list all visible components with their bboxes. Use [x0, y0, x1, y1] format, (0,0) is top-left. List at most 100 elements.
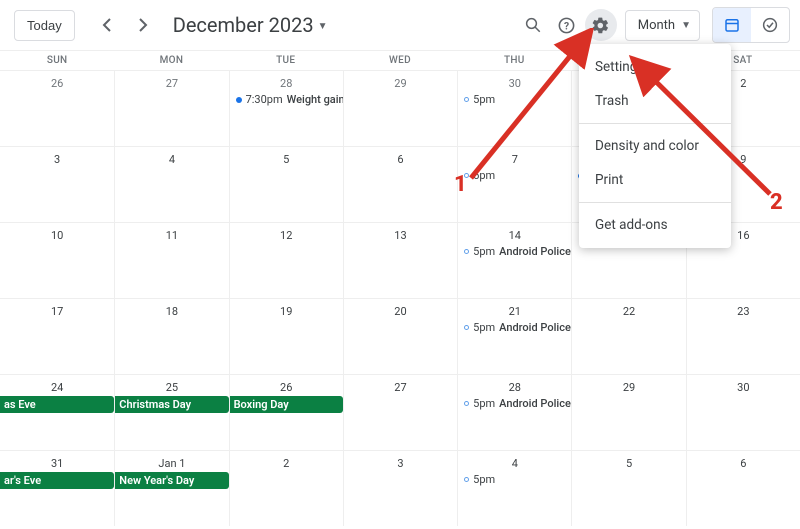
dropdown-addons[interactable]: Get add-ons — [579, 208, 731, 242]
event-dot-icon — [464, 249, 469, 254]
event[interactable]: 5pm Android Police all har — [458, 244, 571, 259]
event-dot-icon — [464, 325, 469, 330]
day-cell[interactable]: 45pm — [457, 450, 571, 526]
event-time: 5pm — [473, 93, 495, 106]
date-number: 11 — [115, 223, 228, 242]
settings-dropdown: Settings Trash Density and color Print G… — [579, 44, 731, 248]
day-cell[interactable]: 12 — [229, 222, 343, 298]
date-number: 22 — [572, 299, 685, 318]
event-dot-icon — [236, 97, 242, 103]
settings-gear-button[interactable] — [585, 9, 617, 41]
day-cell[interactable]: 30 — [686, 374, 800, 450]
event[interactable]: 5pm — [458, 92, 571, 107]
day-cell[interactable]: 18 — [114, 298, 228, 374]
help-button[interactable]: ? — [551, 9, 583, 41]
prev-month-button[interactable] — [91, 9, 123, 41]
day-cell[interactable]: 19 — [229, 298, 343, 374]
day-cell[interactable]: 287:30pm Weight gain! — [229, 70, 343, 146]
day-cell[interactable]: Jan 1New Year's Day — [114, 450, 228, 526]
view-toggle-group — [712, 7, 790, 43]
date-number: 26 — [230, 375, 343, 394]
day-cell[interactable]: 285pm Android Police all har — [457, 374, 571, 450]
day-cell[interactable]: 31 ar's Eve — [0, 450, 114, 526]
dropdown-separator — [579, 123, 731, 124]
day-cell[interactable]: 10 — [0, 222, 114, 298]
month-title[interactable]: December 2023 ▼ — [173, 13, 328, 37]
day-cell[interactable]: 25 Christmas Day — [114, 374, 228, 450]
day-cell[interactable]: 11 — [114, 222, 228, 298]
day-cell[interactable]: 5 — [571, 450, 685, 526]
event-time: 5pm — [473, 397, 495, 410]
day-cell[interactable]: 24 as Eve — [0, 374, 114, 450]
date-number: 21 — [458, 299, 571, 318]
allday-event[interactable]: Christmas Day — [115, 396, 228, 413]
day-cell[interactable]: 29 — [343, 70, 457, 146]
day-cell[interactable]: 21 5pm Android Police all har — [457, 298, 571, 374]
event-time: 5pm — [473, 169, 495, 182]
day-cell[interactable]: 2 — [229, 450, 343, 526]
day-cell[interactable]: 75pm — [457, 146, 571, 222]
allday-event[interactable]: ar's Eve — [0, 472, 114, 489]
dropdown-print[interactable]: Print — [579, 163, 731, 197]
day-cell[interactable]: 26 — [0, 70, 114, 146]
tasks-view-toggle[interactable] — [751, 8, 789, 42]
allday-event[interactable]: Boxing Day — [230, 396, 343, 413]
event-dot-icon — [464, 97, 469, 102]
date-number: 4 — [115, 147, 228, 166]
check-circle-icon — [761, 16, 779, 34]
day-cell[interactable]: 17 — [0, 298, 114, 374]
day-cell[interactable]: 20 — [343, 298, 457, 374]
dow-tue: TUE — [229, 51, 343, 70]
day-cell[interactable]: 23 — [686, 298, 800, 374]
date-number: 30 — [458, 71, 571, 90]
allday-event[interactable]: New Year's Day — [115, 472, 228, 489]
view-select[interactable]: Month ▼ — [625, 10, 700, 41]
date-number: 4 — [458, 451, 571, 470]
day-cell[interactable]: 26 Boxing Day — [229, 374, 343, 450]
date-number: 29 — [572, 375, 685, 394]
search-button[interactable] — [517, 9, 549, 41]
date-number: 6 — [687, 451, 800, 470]
day-cell[interactable]: 6 — [343, 146, 457, 222]
day-cell[interactable]: 3 — [343, 450, 457, 526]
gear-icon — [591, 16, 610, 35]
day-cell[interactable]: 22 — [571, 298, 685, 374]
event[interactable]: 5pm — [458, 168, 571, 183]
chevron-down-icon: ▼ — [681, 20, 691, 31]
day-cell[interactable]: 27 — [343, 374, 457, 450]
event-dot-icon — [464, 173, 469, 178]
day-cell[interactable]: 5 — [229, 146, 343, 222]
day-cell[interactable]: 13 — [343, 222, 457, 298]
day-cell[interactable]: 4 — [114, 146, 228, 222]
dropdown-separator — [579, 202, 731, 203]
day-cell[interactable]: 14 5pm Android Police all har — [457, 222, 571, 298]
event[interactable]: 5pm Android Police all har — [458, 320, 571, 335]
event[interactable]: 5pm Android Police all har — [458, 396, 571, 411]
today-button[interactable]: Today — [14, 10, 75, 41]
date-number: 24 — [0, 375, 114, 394]
date-number: 27 — [115, 71, 228, 90]
calendar-view-toggle[interactable] — [713, 8, 751, 42]
date-number: 7 — [458, 147, 571, 166]
date-number: 14 — [458, 223, 571, 242]
event-title: Android Police all har — [499, 397, 571, 410]
event[interactable]: 7:30pm Weight gain! — [230, 92, 343, 107]
event-title: Android Police all har — [499, 245, 571, 258]
dropdown-density[interactable]: Density and color — [579, 129, 731, 163]
day-cell[interactable]: 29 — [571, 374, 685, 450]
dropdown-settings[interactable]: Settings — [579, 50, 731, 84]
header: Today December 2023 ▼ ? Month ▼ — [0, 0, 800, 50]
date-number: 23 — [687, 299, 800, 318]
date-number: 31 — [0, 451, 114, 470]
allday-event[interactable]: as Eve — [0, 396, 114, 413]
event[interactable]: 5pm — [458, 472, 571, 487]
day-cell[interactable]: 27 — [114, 70, 228, 146]
date-number: 5 — [572, 451, 685, 470]
next-month-button[interactable] — [127, 9, 159, 41]
calendar-icon — [723, 16, 741, 34]
day-cell[interactable]: 6 — [686, 450, 800, 526]
day-cell[interactable]: 3 — [0, 146, 114, 222]
date-number: 25 — [115, 375, 228, 394]
day-cell[interactable]: 305pm — [457, 70, 571, 146]
dropdown-trash[interactable]: Trash — [579, 84, 731, 118]
